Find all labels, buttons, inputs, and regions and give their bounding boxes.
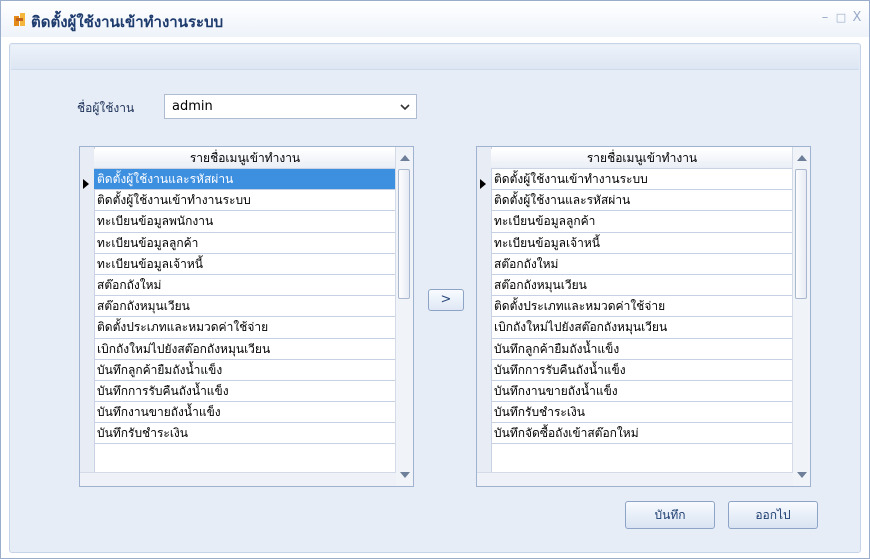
grid-header: รายชื่อเมนูเข้าทำงาน xyxy=(94,149,396,169)
table-row[interactable]: สต๊อกถังใหม่ xyxy=(94,275,396,297)
table-row[interactable]: ทะเบียนข้อมูลเจ้าหนี้ xyxy=(94,254,396,275)
app-window: ติดตั้งผู้ใช้งานเข้าทำงานระบบ – □ X ชื่อ… xyxy=(0,0,870,559)
move-right-button[interactable]: > xyxy=(428,289,464,311)
close-button[interactable]: X xyxy=(850,11,864,25)
table-row[interactable]: บันทึกรับชำระเงิน xyxy=(491,402,793,424)
scroll-thumb[interactable] xyxy=(398,169,410,299)
app-logo-icon xyxy=(14,13,25,26)
scroll-thumb[interactable] xyxy=(795,169,807,299)
current-row-pointer-icon xyxy=(480,179,486,189)
table-row[interactable]: สต๊อกถังใหม่ xyxy=(491,254,793,275)
assigned-menu-rows: ติดตั้งผู้ใช้งานเข้าทำงานระบบ ติดตั้งผู้ใ… xyxy=(491,169,793,445)
maximize-button[interactable]: □ xyxy=(834,11,848,25)
table-row[interactable]: ทะเบียนข้อมูลเจ้าหนี้ xyxy=(491,233,793,254)
exit-button[interactable]: ออกไป xyxy=(728,501,818,529)
title-bar[interactable]: ติดตั้งผู้ใช้งานเข้าทำงานระบบ – □ X xyxy=(1,1,869,37)
table-row[interactable]: ติดตั้งประเภทและหมวดค่าใช้จ่าย xyxy=(491,296,793,318)
table-row[interactable]: ติดตั้งผู้ใช้งานและรหัสผ่าน xyxy=(491,190,793,212)
scroll-down-icon[interactable] xyxy=(797,472,807,478)
assigned-menu-grid[interactable]: รายชื่อเมนูเข้าทำงาน ติดตั้งผู้ใช้งานเข้… xyxy=(476,146,811,487)
available-menu-rows: ติดตั้งผู้ใช้งานและรหัสผ่าน ติดตั้งผู้ใช้… xyxy=(94,169,396,445)
table-row[interactable]: บันทึกจัดซื้อถังเข้าสต๊อกใหม่ xyxy=(491,423,793,445)
scroll-up-icon[interactable] xyxy=(400,155,410,161)
row-indicator-column xyxy=(80,147,95,486)
save-button[interactable]: บันทึก xyxy=(625,501,715,529)
horizontal-scrollbar[interactable] xyxy=(477,472,793,486)
table-row[interactable]: เบิกถังใหม่ไปยังสต๊อกถังหมุนเวียน xyxy=(491,317,793,339)
table-row[interactable]: บันทึกการรับคืนถังน้ำแข็ง xyxy=(94,381,396,403)
minimize-button[interactable]: – xyxy=(818,11,832,25)
panel-header-strip xyxy=(11,45,859,70)
current-row-pointer-icon xyxy=(83,179,89,189)
table-row[interactable]: บันทึกงานขายถังน้ำแข็ง xyxy=(94,402,396,424)
table-row[interactable]: บันทึกงานขายถังน้ำแข็ง xyxy=(491,381,793,403)
table-row[interactable]: ติดตั้งผู้ใช้งานเข้าทำงานระบบ xyxy=(491,169,793,191)
vertical-scrollbar[interactable] xyxy=(792,147,810,486)
table-row[interactable]: สต๊อกถังหมุนเวียน xyxy=(491,275,793,297)
grid-header: รายชื่อเมนูเข้าทำงาน xyxy=(491,149,793,169)
table-row[interactable]: ทะเบียนข้อมูลลูกค้า xyxy=(94,233,396,254)
chevron-down-icon xyxy=(400,104,410,111)
scroll-up-icon[interactable] xyxy=(797,155,807,161)
table-row[interactable]: ทะเบียนข้อมูลลูกค้า xyxy=(491,211,793,233)
table-row[interactable]: ติดตั้งผู้ใช้งานเข้าทำงานระบบ xyxy=(94,190,396,212)
table-row[interactable]: บันทึกรับชำระเงิน xyxy=(94,423,396,445)
table-row[interactable]: ติดตั้งประเภทและหมวดค่าใช้จ่าย xyxy=(94,317,396,339)
vertical-scrollbar[interactable] xyxy=(395,147,413,486)
horizontal-scrollbar[interactable] xyxy=(80,472,396,486)
window-title: ติดตั้งผู้ใช้งานเข้าทำงานระบบ xyxy=(31,13,224,31)
row-indicator-column xyxy=(477,147,492,486)
table-row[interactable]: บันทึกการรับคืนถังน้ำแข็ง xyxy=(491,360,793,381)
username-label: ชื่อผู้ใช้งาน xyxy=(77,101,135,115)
table-row[interactable]: บันทึกลูกค้ายืมถังน้ำแข็ง xyxy=(491,339,793,360)
table-row[interactable]: สต๊อกถังหมุนเวียน xyxy=(94,296,396,318)
scroll-down-icon[interactable] xyxy=(400,472,410,478)
table-row[interactable]: เบิกถังใหม่ไปยังสต๊อกถังหมุนเวียน xyxy=(94,339,396,360)
username-value: admin xyxy=(172,99,213,114)
table-row[interactable]: ติดตั้งผู้ใช้งานและรหัสผ่าน xyxy=(94,169,396,191)
available-menu-grid[interactable]: รายชื่อเมนูเข้าทำงาน ติดตั้งผู้ใช้งานและ… xyxy=(79,146,414,487)
username-select[interactable]: admin xyxy=(164,94,417,119)
table-row[interactable]: บันทึกลูกค้ายืมถังน้ำแข็ง xyxy=(94,360,396,381)
table-row[interactable]: ทะเบียนข้อมูลพนักงาน xyxy=(94,211,396,233)
